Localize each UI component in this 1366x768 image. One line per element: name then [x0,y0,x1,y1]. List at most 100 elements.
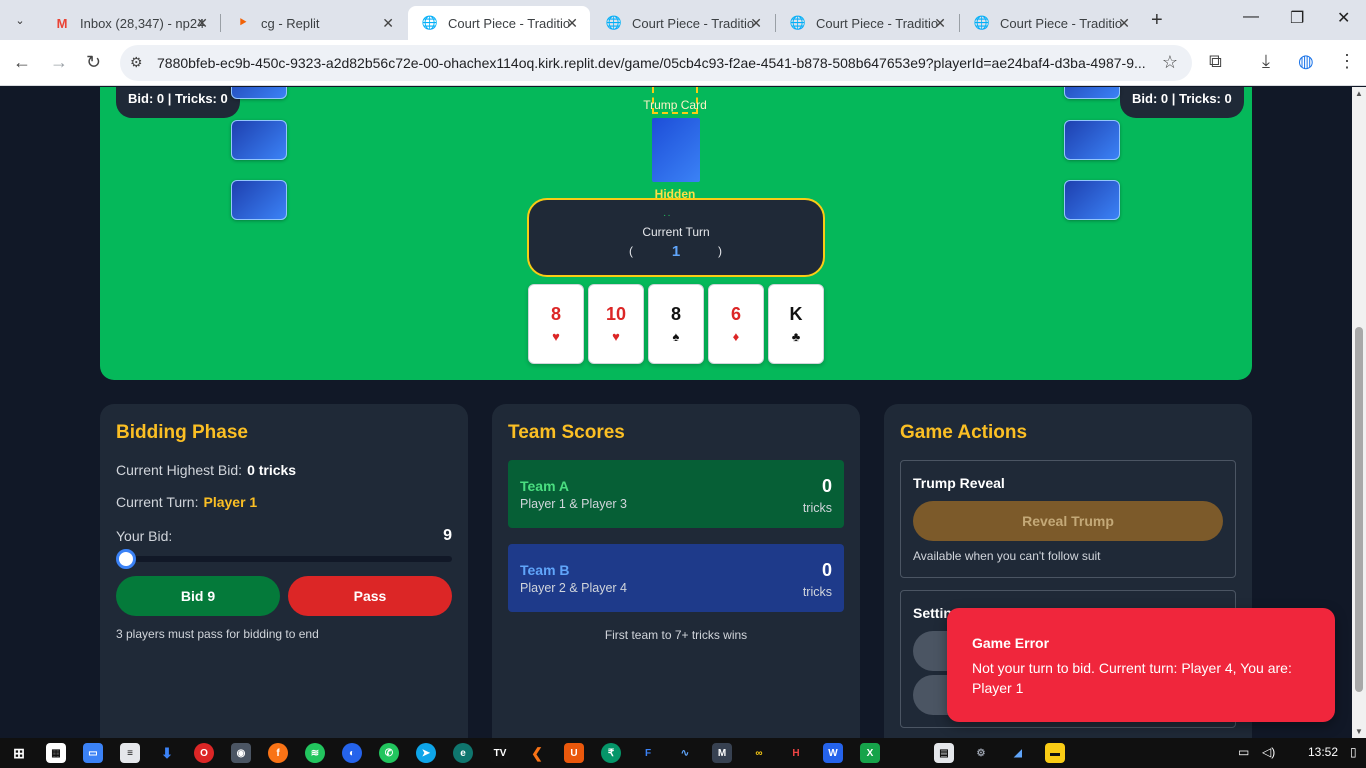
messenger-icon[interactable]: ◐ [342,743,362,763]
app-icon[interactable]: ₹ [601,743,621,763]
scroll-down-icon[interactable]: ▼ [1355,727,1363,736]
app-icon[interactable]: M [712,743,732,763]
app-icon[interactable]: F [638,743,658,763]
team-scores-panel: Team Scores Team A Player 1 & Player 3 0… [492,404,860,738]
chrome-icon[interactable]: ◉ [231,743,251,763]
error-toast[interactable]: Game Error Not your turn to bid. Current… [947,608,1335,722]
notepad-icon[interactable]: ≡ [120,743,140,763]
card-rank: 10 [605,304,627,324]
tab-search-icon[interactable]: ⌄ [8,8,32,32]
spotify-icon[interactable]: ≋ [305,743,325,763]
app-icon[interactable]: U [564,743,584,763]
team-name: Team A [520,478,570,494]
window-close-icon[interactable]: ✕ [1337,8,1350,28]
app-icon[interactable]: ◢ [1008,743,1028,763]
calculator-icon[interactable]: ▤ [934,743,954,763]
chart-app-icon[interactable]: ∿ [675,743,695,763]
page-scrollbar[interactable]: ▲ ▼ [1352,87,1366,738]
close-icon[interactable]: ✕ [750,15,762,32]
tab-title: Court Piece - Traditio [448,15,571,31]
close-icon[interactable]: ✕ [1118,15,1130,32]
forward-icon[interactable]: → [50,52,68,73]
trump-reveal-section: Trump Reveal Reveal Trump Available when… [900,460,1236,578]
volume-icon[interactable]: ◁) [1262,745,1275,759]
highest-bid-value: 0 tricks [247,462,297,478]
team-players: Player 2 & Player 4 [520,581,627,595]
tab-court-piece[interactable]: 🌐 Court Piece - Traditio ✕ [776,6,958,40]
address-bar[interactable]: ⚙ 7880bfeb-ec9b-450c-9323-a2d82b56c72e-0… [120,45,1192,81]
scroll-thumb[interactable] [1355,327,1363,692]
tab-court-piece[interactable]: 🌐 Court Piece - Traditio ✕ [960,6,1142,40]
excel-icon[interactable]: X [860,743,880,763]
whatsapp-icon[interactable]: ✆ [379,743,399,763]
gmail-icon: M [56,15,68,31]
desktop-icon[interactable]: ▭ [83,743,103,763]
current-turn-indicator: ·· Current Turn ( 1 ) [527,198,825,277]
current-turn-label: Current Turn [642,225,710,239]
calendar-icon[interactable]: ▦ [46,743,66,763]
scroll-up-icon[interactable]: ▲ [1355,89,1363,98]
turn-bracket-right: ) [718,244,722,258]
team-score-unit: tricks [802,501,832,515]
restore-icon[interactable]: ❐ [1290,8,1304,28]
globe-icon: 🌐 [421,15,439,30]
app-icon[interactable]: ∞ [749,743,769,763]
url-text[interactable]: 7880bfeb-ec9b-450c-9323-a2d82b56c72e-00-… [157,55,1147,71]
word-icon[interactable]: W [823,743,843,763]
globe-icon: 🌐 [605,15,623,30]
menu-kebab-icon[interactable]: ⋮ [1338,51,1356,72]
profile-icon[interactable]: ◍ [1298,51,1314,72]
hand-card[interactable]: 6 ♦ [708,284,764,364]
bid-slider-thumb[interactable] [116,549,136,569]
card-rank: 8 [670,304,681,324]
hand-card[interactable]: 10 ♥ [588,284,644,364]
bid-slider-track[interactable] [116,556,452,562]
card-rank: 8 [550,304,561,324]
bookmark-star-icon[interactable]: ☆ [1162,52,1178,73]
download-arrow-icon[interactable]: ⬇ [157,743,177,763]
hand-card[interactable]: 8 ♥ [528,284,584,364]
right-opponent-status: Bid: 0 | Tricks: 0 [1120,87,1244,118]
site-info-icon[interactable]: ⚙ [130,54,143,71]
clock[interactable]: 13:52 [1308,745,1338,759]
team-name: Team B [520,562,570,578]
app-icon[interactable]: ⚙ [971,743,991,763]
team-players: Player 1 & Player 3 [520,497,627,511]
tradingview-icon[interactable]: TV [490,743,510,763]
app-arrow-icon[interactable]: ❮ [527,743,547,763]
edge-icon[interactable]: e [453,743,473,763]
pass-button[interactable]: Pass [288,576,452,616]
windows-start-icon[interactable]: ⊞ [9,743,29,763]
replit-icon: ⯈ [237,15,249,30]
hand-card[interactable]: 8 ♠ [648,284,704,364]
network-icon[interactable]: ▭ [1238,745,1249,759]
file-explorer-icon[interactable]: ▬ [1045,743,1065,763]
reload-icon[interactable]: ↻ [86,52,101,73]
tab-gmail[interactable]: M Inbox (28,347) - np24 ✕ [40,6,220,40]
reveal-trump-button[interactable]: Reveal Trump [913,501,1223,541]
team-a-card: Team A Player 1 & Player 3 0 tricks [508,460,844,528]
club-suit-icon: ♣ [791,329,801,344]
new-tab-icon[interactable]: + [1151,9,1163,32]
heart-suit-icon: ♥ [612,329,620,344]
telegram-icon[interactable]: ➤ [416,743,436,763]
app-icon[interactable]: H [786,743,806,763]
firefox-icon[interactable]: f [268,743,288,763]
bid-button[interactable]: Bid 9 [116,576,280,616]
hand-card[interactable]: K ♣ [768,284,824,364]
minimize-icon[interactable]: — [1243,8,1259,26]
toast-message: Not your turn to bid. Current turn: Play… [972,660,1292,696]
close-icon[interactable]: ✕ [196,15,208,32]
tab-court-piece-active[interactable]: 🌐 Court Piece - Traditio ✕ [408,6,590,40]
close-icon[interactable]: ✕ [382,15,394,32]
tab-replit[interactable]: ⯈ cg - Replit ✕ [221,6,406,40]
turn-label: Current Turn: [116,494,199,510]
close-icon[interactable]: ✕ [934,15,946,32]
extensions-icon[interactable]: ⧉ [1209,51,1222,72]
close-icon[interactable]: ✕ [566,15,578,32]
back-icon[interactable]: ← [13,52,31,73]
opera-icon[interactable]: O [194,743,214,763]
notifications-icon[interactable]: ▯ [1350,745,1357,759]
download-icon[interactable]: ⤓ [1262,51,1270,72]
tab-court-piece[interactable]: 🌐 Court Piece - Traditio ✕ [592,6,774,40]
